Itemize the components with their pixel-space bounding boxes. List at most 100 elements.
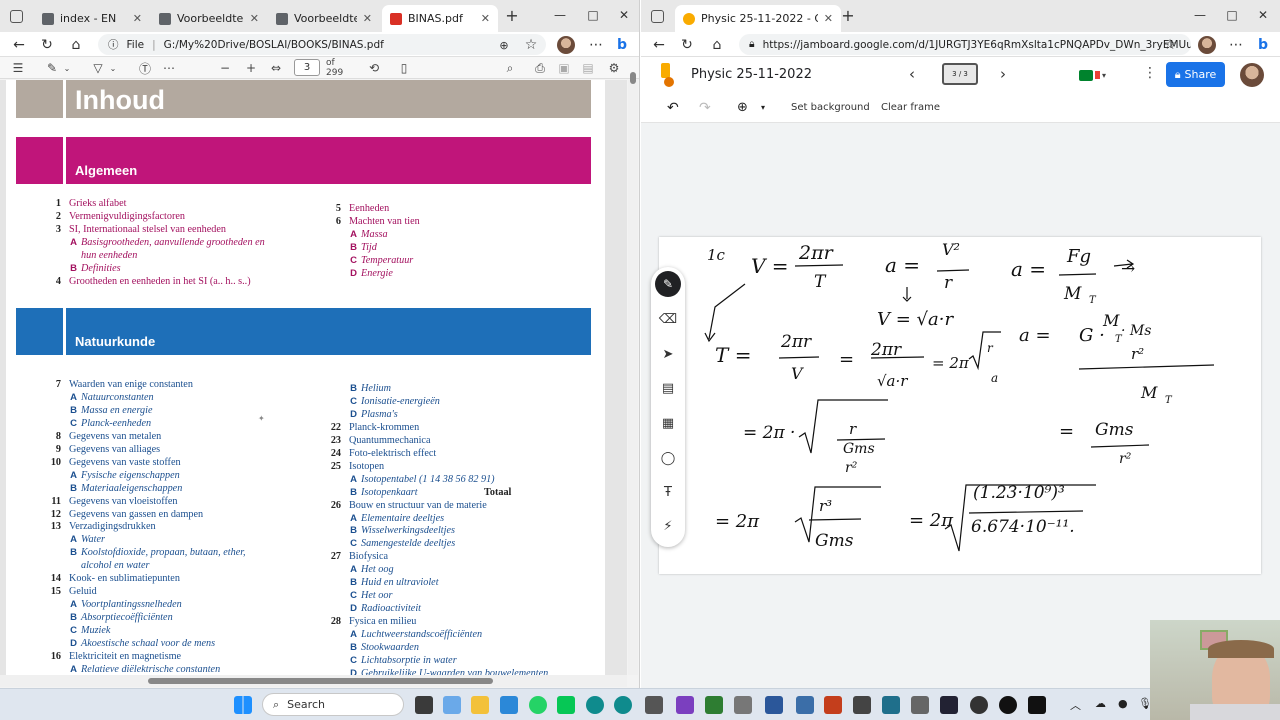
toc-entry[interactable]: 9 Gegevens van alliages: [56, 444, 160, 456]
bing-icon[interactable]: b: [612, 35, 632, 55]
text-icon[interactable]: Ⓣ: [137, 60, 153, 76]
toc-entry[interactable]: B Absorptiecoëfficiënten: [69, 612, 173, 624]
app-icon[interactable]: [999, 696, 1017, 714]
horizontal-scrollbar[interactable]: [0, 675, 627, 687]
share-button[interactable]: 🔒︎ Share: [1166, 62, 1225, 87]
meet-icon[interactable]: ▾: [1079, 66, 1113, 84]
edge-dev-icon[interactable]: [614, 696, 632, 714]
app-icon[interactable]: [796, 696, 814, 714]
close-icon[interactable]: ✕: [250, 12, 259, 25]
save-as-icon[interactable]: ▤: [580, 60, 596, 76]
toc-entry[interactable]: B Tijd: [349, 242, 377, 254]
toc-entry[interactable]: 23 Quantummechanica: [331, 435, 431, 447]
search-icon[interactable]: ⌕: [502, 60, 518, 76]
toc-entry[interactable]: 22 Planck-krommen: [331, 422, 419, 434]
word-icon[interactable]: [765, 696, 783, 714]
toc-entry[interactable]: B Definities: [69, 263, 121, 275]
eraser-icon[interactable]: ⌫: [651, 307, 685, 331]
back-icon[interactable]: ←: [9, 35, 29, 55]
toc-entry[interactable]: 5 Eenheden: [336, 203, 389, 215]
toc-entry[interactable]: 7 Waarden van enige constanten: [56, 379, 193, 391]
toc-entry[interactable]: 25 Isotopen: [331, 461, 384, 473]
fit-page-icon[interactable]: ⇔: [268, 60, 284, 76]
tab-binas-pdf[interactable]: BINAS.pdf ✕: [382, 5, 498, 32]
profile-avatar[interactable]: [557, 36, 575, 54]
board-title[interactable]: Physic 25-11-2022: [691, 67, 812, 82]
add-image-icon[interactable]: ▦: [651, 411, 685, 435]
clear-frame-button[interactable]: Clear frame: [881, 102, 940, 113]
toc-entry[interactable]: A Luchtweerstandscoëfficiënten: [349, 629, 482, 641]
draw-icon[interactable]: ▽: [90, 60, 106, 76]
tab-jamboard[interactable]: Physic 25-11-2022 - Google Jam ✕: [675, 5, 841, 32]
close-icon[interactable]: ✕: [481, 12, 490, 25]
text-box-icon[interactable]: Ŧ: [651, 480, 685, 504]
more-options-icon[interactable]: ⋮: [1143, 65, 1157, 81]
print-icon[interactable]: ⎙: [532, 60, 548, 76]
calculator-icon[interactable]: [911, 696, 929, 714]
new-tab-button[interactable]: +: [497, 3, 527, 27]
minimize-button[interactable]: —: [545, 3, 575, 27]
toc-entry[interactable]: 16 Elektriciteit en magnetisme: [51, 651, 181, 663]
favorite-star-icon[interactable]: ☆: [1160, 35, 1180, 55]
zoom-icon[interactable]: ⊕: [494, 35, 514, 55]
close-icon[interactable]: ✕: [363, 12, 372, 25]
toc-entry[interactable]: D Plasma's: [349, 409, 398, 421]
toc-entry[interactable]: D Energie: [349, 268, 393, 280]
highlight-icon[interactable]: ✎: [44, 60, 60, 76]
toc-entry[interactable]: A Voortplantingssnelheden: [69, 599, 182, 611]
toc-entry[interactable]: C Ionisatie-energieën: [349, 396, 440, 408]
toc-entry[interactable]: C Temperatuur: [349, 255, 413, 267]
undo-icon[interactable]: ↶: [667, 100, 679, 116]
app-icon[interactable]: [734, 696, 752, 714]
account-avatar[interactable]: [1240, 63, 1264, 87]
pen-tool-icon[interactable]: ✎: [651, 271, 685, 297]
page-view-icon[interactable]: ▯: [396, 60, 412, 76]
redo-icon[interactable]: ↷: [699, 100, 711, 116]
contents-icon[interactable]: ☰: [10, 60, 26, 76]
maximize-button[interactable]: □: [578, 3, 608, 27]
jam-frame-canvas[interactable]: 1c V = 2πr Ta = V² r a = Fg M T → V = √a·r a = G · M T ·…: [659, 237, 1261, 574]
vertical-scrollbar[interactable]: [628, 72, 638, 675]
home-icon[interactable]: ⌂: [66, 35, 86, 55]
tab-index[interactable]: index - EN ✕: [34, 5, 150, 32]
toc-entry[interactable]: A Basisgrootheden, aanvullende grootheden…: [69, 237, 265, 249]
chevron-down-icon[interactable]: ⌄: [108, 60, 118, 76]
set-background-button[interactable]: Set background: [791, 102, 870, 113]
toc-entry[interactable]: 15 Geluid: [51, 586, 97, 598]
toc-entry[interactable]: A Elementaire deeltjes: [349, 513, 444, 525]
toc-entry[interactable]: A Relatieve diëlektrische constanten: [69, 664, 220, 675]
toc-entry[interactable]: B Wisselwerkingsdeeltjes: [349, 525, 455, 537]
settings-icon[interactable]: [645, 696, 663, 714]
settings-icon[interactable]: ⚙: [606, 60, 622, 76]
home-icon[interactable]: ⌂: [707, 35, 727, 55]
toc-entry[interactable]: 27 Biofysica: [331, 551, 388, 563]
toc-entry[interactable]: B Koolstofdioxide, propaan, butaan, ether…: [69, 547, 245, 559]
more-tools-icon[interactable]: ⋯: [161, 60, 177, 76]
workspaces-icon[interactable]: [651, 10, 664, 23]
more-menu-icon[interactable]: ⋯: [586, 35, 606, 55]
lock-icon[interactable]: 🔒︎: [749, 38, 755, 51]
toc-entry[interactable]: A Natuurconstanten: [69, 392, 154, 404]
toc-entry[interactable]: B Huid en ultraviolet: [349, 577, 438, 589]
laser-pointer-icon[interactable]: ⚡: [651, 514, 685, 538]
file-explorer-icon[interactable]: [471, 696, 489, 714]
toc-entry[interactable]: C Planck-eenheden: [69, 418, 151, 430]
toc-entry[interactable]: 10 Gegevens van vaste stoffen: [51, 457, 181, 469]
toc-entry[interactable]: C Muziek: [69, 625, 110, 637]
minimize-button[interactable]: —: [1185, 3, 1215, 27]
info-icon[interactable]: ⓘ: [108, 37, 119, 52]
more-menu-icon[interactable]: ⋯: [1226, 35, 1246, 55]
toc-entry[interactable]: 12 Gegevens van gassen en dampen: [51, 509, 203, 521]
toc-entry[interactable]: B Materiaaleigenschappen: [69, 483, 182, 495]
close-window-button[interactable]: ✕: [609, 3, 639, 27]
toc-entry[interactable]: 28 Fysica en milieu: [331, 616, 417, 628]
app-icon[interactable]: [882, 696, 900, 714]
store-icon[interactable]: [500, 696, 518, 714]
taskbar-search-box[interactable]: ⌕ Search: [262, 693, 404, 716]
zoom-icon[interactable]: ⊕: [737, 100, 748, 115]
toc-entry[interactable]: B Isotopenkaart Totaal: [349, 487, 511, 499]
toc-entry[interactable]: 4 Grootheden en eenheden in het SI (a.. h…: [56, 276, 251, 288]
toc-entry[interactable]: 6 Machten van tien: [336, 216, 420, 228]
toc-entry[interactable]: 2 Vermenigvuldigingsfactoren: [56, 211, 185, 223]
toc-entry[interactable]: B Stookwaarden: [349, 642, 419, 654]
